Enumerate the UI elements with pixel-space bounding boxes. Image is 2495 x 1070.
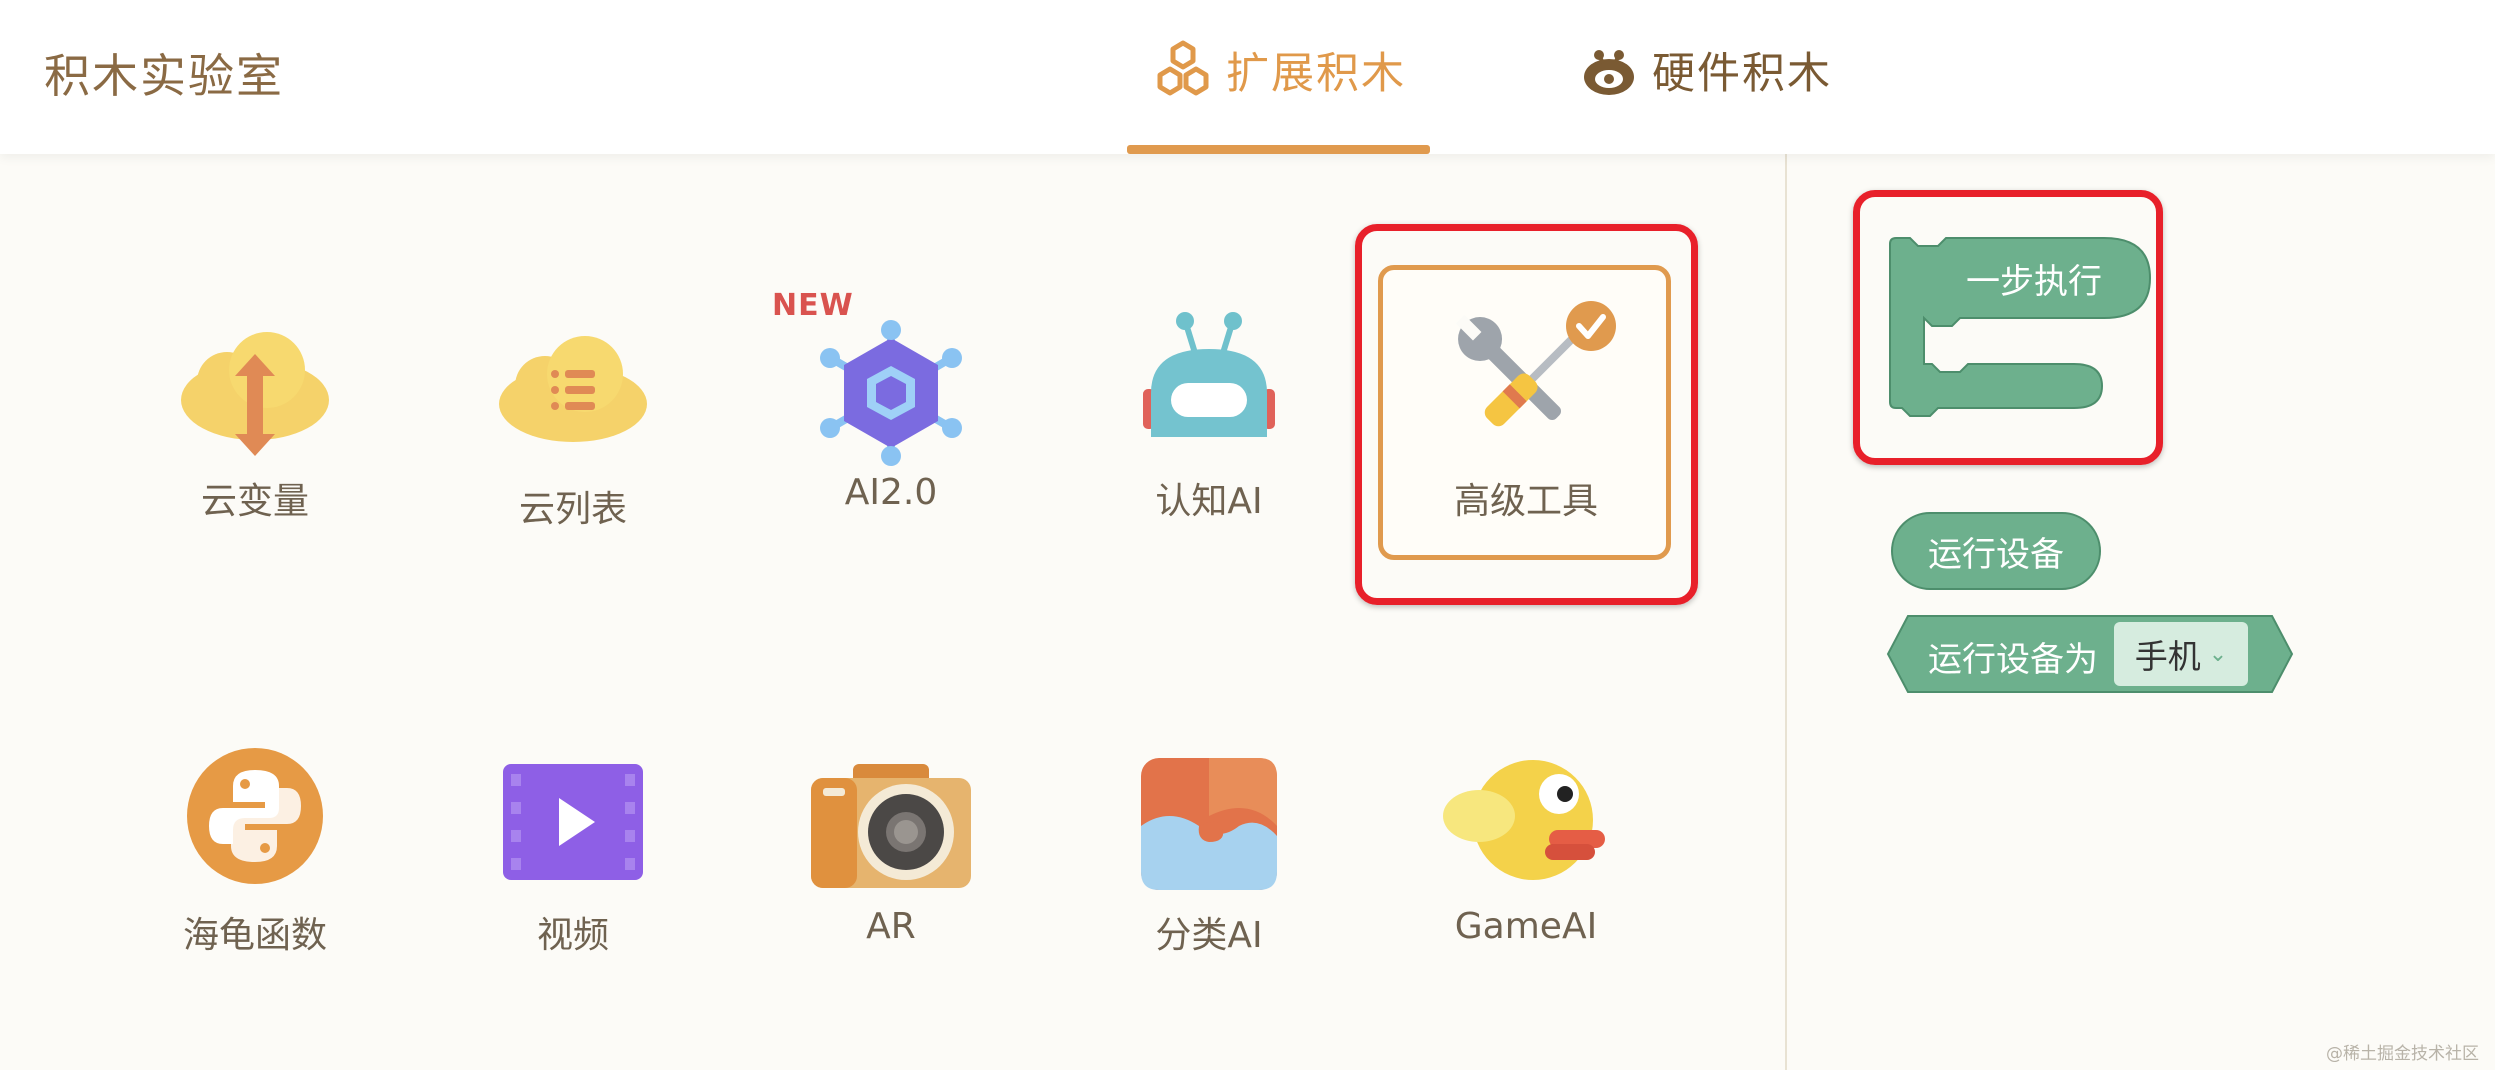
tab-extension-label: 扩展积木: [1226, 49, 1406, 99]
device-select-value: 手机: [2134, 637, 2201, 676]
cloud-variable-icon: [181, 332, 329, 456]
watermark: @稀土掘金技术社区: [2326, 1044, 2479, 1064]
tab-extension-blocks[interactable]: 扩展积木: [1152, 34, 1406, 106]
python-icon: [187, 748, 323, 884]
block-label: 运行设备: [1928, 534, 2064, 575]
extension-card-ar[interactable]: AR: [732, 740, 1050, 1040]
top-bar: 积木实验室 扩展积木 硬件积木: [0, 0, 2495, 154]
extension-label: GameAI: [1454, 906, 1598, 947]
honeycomb-icon: [1157, 40, 1209, 96]
extension-label: AI2.0: [844, 472, 938, 513]
extension-card-video[interactable]: 视频: [414, 740, 732, 1040]
camera-icon: [811, 764, 971, 888]
block-label: 运行设备为: [1928, 640, 2098, 680]
extension-card-game-ai[interactable]: GameAI: [1367, 740, 1685, 1040]
extension-label: 高级工具: [1453, 481, 1598, 522]
extension-label: 认知AI: [1155, 481, 1263, 522]
cloud-list-icon: [499, 336, 647, 442]
app-title: 积木实验室: [44, 49, 284, 103]
tab-hardware-label: 硬件积木: [1652, 49, 1832, 99]
wrench-screwdriver-icon: [1455, 301, 1616, 427]
extension-label: 海龟函数: [182, 915, 327, 956]
device-select[interactable]: 手机 ⌄: [2114, 622, 2248, 686]
hardware-bug-icon: [1584, 50, 1634, 95]
extension-label: AR: [866, 906, 916, 947]
extension-card-turtle[interactable]: 海龟函数: [96, 740, 414, 1040]
extension-card-cloud-variable[interactable]: 云变量: [96, 300, 414, 600]
ai-hexagon-icon: [820, 320, 962, 466]
extension-label: 云列表: [518, 489, 627, 530]
panel-divider: [1785, 154, 1787, 1070]
classify-icon: [1141, 758, 1277, 890]
extension-card-classify-ai[interactable]: 分类AI: [1050, 740, 1368, 1040]
flappy-bird-icon: [1443, 760, 1605, 880]
block-label: 一步执行: [1966, 262, 2102, 302]
block-run-device[interactable]: 运行设备: [1891, 512, 2101, 590]
extension-card-ai2[interactable]: AI2.0: [732, 300, 1050, 600]
extension-label: 视频: [536, 915, 609, 956]
robot-icon: [1143, 312, 1275, 437]
extension-label: 云变量: [200, 481, 309, 522]
extension-card-cloud-list[interactable]: 云列表: [414, 300, 732, 600]
chevron-down-icon: ⌄: [2208, 641, 2228, 667]
active-tab-indicator: [1127, 145, 1430, 154]
extension-label: 分类AI: [1155, 915, 1263, 956]
block-step-run[interactable]: 一步执行: [1888, 236, 2152, 426]
extension-card-advanced-tools[interactable]: 高级工具: [1367, 300, 1685, 600]
extension-card-cognitive-ai[interactable]: 认知AI: [1050, 300, 1368, 600]
video-icon: [503, 764, 643, 880]
tab-hardware-blocks[interactable]: 硬件积木: [1578, 34, 1832, 106]
